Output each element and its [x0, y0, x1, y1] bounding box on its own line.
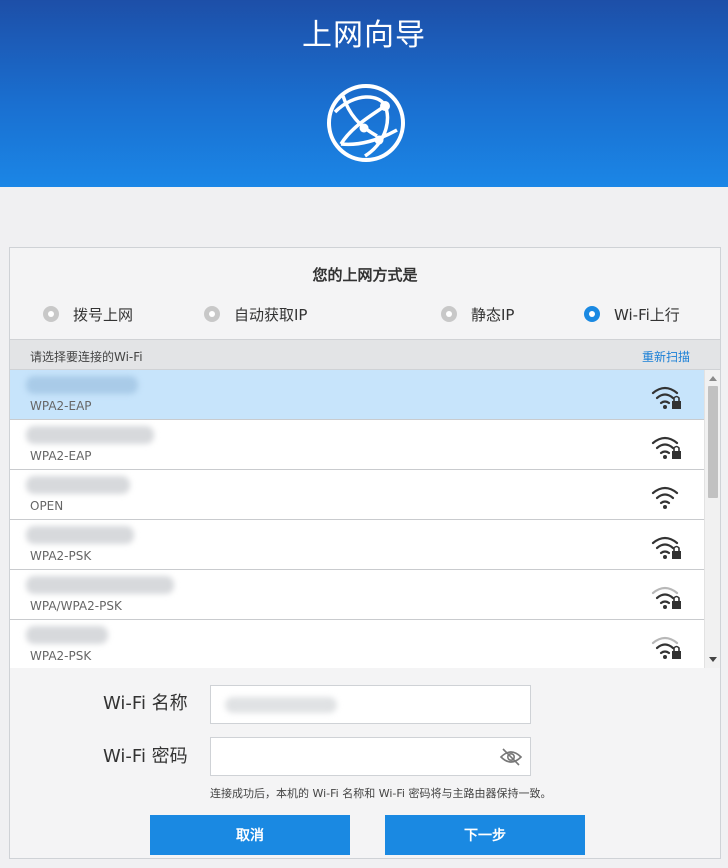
next-button[interactable]: 下一步: [385, 815, 585, 855]
wifi-security: WPA2-EAP: [30, 449, 92, 463]
password-label: Wi-Fi 密码: [103, 746, 188, 767]
connection-type-title: 您的上网方式是: [312, 266, 418, 284]
wifi-security: OPEN: [30, 499, 64, 513]
wifi-list: WPA2-EAP WPA2-EAP OPEN WPA2-PSK WPA/WPA2…: [10, 370, 704, 668]
wifi-signal-weak-locked-icon: [651, 636, 681, 659]
ssid-redacted: [26, 626, 108, 644]
wifi-list-item[interactable]: WPA/WPA2-PSK: [10, 570, 704, 620]
ssid-redacted: [26, 426, 154, 444]
ssid-value-redacted: [225, 697, 337, 713]
radio-label: 自动获取IP: [234, 305, 308, 324]
radio-option-wifi-uplink[interactable]: Wi-Fi上行: [584, 304, 680, 324]
globe-network-icon: [327, 84, 405, 162]
ssid-redacted: [26, 576, 174, 594]
ssid-redacted: [26, 376, 138, 394]
scroll-up-arrow-icon[interactable]: [709, 376, 717, 381]
wifi-list-scrollbar[interactable]: [704, 370, 720, 668]
wifi-list-title: 请选择要连接的Wi-Fi: [30, 350, 143, 364]
rescan-link[interactable]: 重新扫描: [642, 348, 690, 365]
radio-option-static-ip[interactable]: 静态IP: [441, 304, 514, 324]
wifi-signal-weak-locked-icon: [651, 586, 681, 609]
setup-card: 您的上网方式是 拨号上网 自动获取IP 静态IP Wi-Fi上行 请选择要连接的…: [9, 247, 721, 859]
radio-button-checked[interactable]: [584, 306, 600, 322]
ssid-label: Wi-Fi 名称: [103, 693, 188, 714]
radio-option-dhcp[interactable]: 自动获取IP: [204, 304, 307, 324]
wifi-list-item[interactable]: WPA2-EAP: [10, 370, 704, 420]
radio-button[interactable]: [43, 306, 59, 322]
wifi-signal-locked-icon: [651, 436, 681, 459]
radio-button[interactable]: [441, 306, 457, 322]
radio-option-pppoe[interactable]: 拨号上网: [43, 304, 133, 324]
radio-label: Wi-Fi上行: [614, 305, 680, 324]
radio-label: 静态IP: [471, 305, 515, 324]
wifi-signal-locked-icon: [651, 536, 681, 559]
radio-label: 拨号上网: [73, 305, 134, 324]
cancel-button[interactable]: 取消: [150, 815, 350, 855]
wifi-signal-icon: [651, 486, 679, 509]
scroll-down-arrow-icon[interactable]: [709, 657, 717, 662]
wifi-signal-locked-icon: [651, 386, 681, 409]
ssid-redacted: [26, 526, 134, 544]
wifi-security: WPA/WPA2-PSK: [30, 599, 122, 613]
scrollbar-thumb[interactable]: [708, 386, 718, 498]
radio-button[interactable]: [204, 306, 220, 322]
ssid-redacted: [26, 476, 130, 494]
page-title: 上网向导: [302, 18, 426, 53]
wifi-list-header: 请选择要连接的Wi-Fi 重新扫描: [10, 339, 720, 370]
wifi-security: WPA2-EAP: [30, 399, 92, 413]
ssid-input[interactable]: [210, 685, 531, 724]
wifi-list-item[interactable]: WPA2-EAP: [10, 420, 704, 470]
wifi-security: WPA2-PSK: [30, 549, 92, 563]
wifi-list-item[interactable]: OPEN: [10, 470, 704, 520]
header-banner: 上网向导: [0, 0, 728, 187]
sync-hint-text: 连接成功后，本机的 Wi-Fi 名称和 Wi-Fi 密码将与主路由器保持一致。: [210, 787, 552, 800]
wifi-security: WPA2-PSK: [30, 649, 92, 663]
password-input[interactable]: [210, 737, 531, 776]
wifi-list-item[interactable]: WPA2-PSK: [10, 520, 704, 570]
hide-password-icon[interactable]: [499, 746, 523, 768]
wifi-list-item[interactable]: WPA2-PSK: [10, 620, 704, 668]
